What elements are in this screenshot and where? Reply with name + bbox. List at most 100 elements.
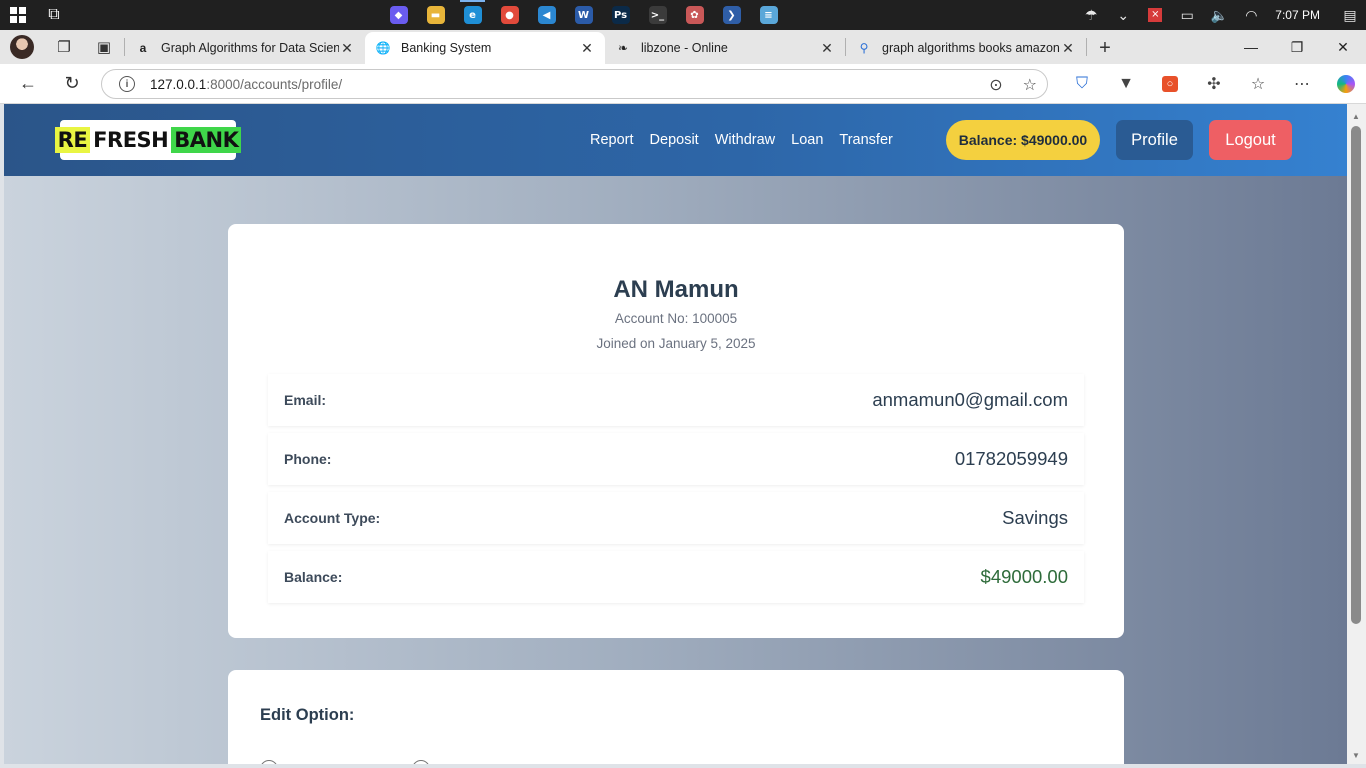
terminal-app[interactable]: >_ bbox=[639, 0, 676, 30]
shield-extension-icon[interactable]: ⛉ bbox=[1060, 64, 1104, 104]
minimize-icon[interactable]: — bbox=[1228, 30, 1274, 64]
account-type-value: Savings bbox=[1002, 507, 1068, 528]
close-icon[interactable]: ✕ bbox=[819, 40, 835, 57]
info-label: Balance: bbox=[284, 569, 343, 585]
logo-part-re: RE bbox=[54, 127, 91, 153]
photoshop-app[interactable]: Ps bbox=[602, 0, 639, 30]
nav-transfer[interactable]: Transfer bbox=[839, 132, 892, 148]
search-icon: ⚲ bbox=[859, 41, 869, 55]
info-row-account-type: Account Type: Savings bbox=[268, 492, 1084, 544]
chevron-up-icon[interactable]: ⌄ bbox=[1107, 0, 1139, 30]
battery-icon[interactable]: ▭ bbox=[1171, 0, 1203, 30]
libzone-favicon-icon: ❧ bbox=[617, 41, 629, 55]
refresh-icon[interactable]: ↻ bbox=[50, 64, 94, 104]
tab-actions-icon[interactable]: ▣ bbox=[84, 30, 124, 64]
scroll-down-icon[interactable]: ▼ bbox=[1352, 751, 1360, 760]
close-icon[interactable]: ✕ bbox=[1060, 40, 1076, 57]
site-info-icon[interactable]: i bbox=[119, 76, 135, 92]
account-number: Account No: 100005 bbox=[614, 311, 738, 326]
browser-profile-button[interactable] bbox=[0, 30, 44, 64]
extensions-puzzle-icon[interactable]: ✣ bbox=[1192, 64, 1236, 104]
tab-title: Banking System bbox=[401, 41, 492, 55]
page-viewport: RE FRESH BANK Report Deposit Withdraw Loan… bbox=[4, 104, 1347, 764]
chrome-app[interactable]: ● bbox=[491, 0, 528, 30]
page-scrollbar[interactable]: ▲ ▼ bbox=[1347, 104, 1366, 764]
extensions-toolbar: ⛉ ▼ ○ ✣ ☆ ⋯ bbox=[1060, 64, 1366, 104]
globe-icon: 🌐 bbox=[375, 41, 391, 55]
balance-badge: Balance: $49000.00 bbox=[946, 120, 1100, 160]
scroll-up-icon[interactable]: ▲ bbox=[1352, 112, 1360, 121]
notifications-icon[interactable]: ▤ bbox=[1334, 0, 1366, 30]
url-host: 127.0.0.1 bbox=[150, 76, 207, 92]
mysql-app[interactable]: ✿ bbox=[676, 0, 713, 30]
bank-logo[interactable]: RE FRESH BANK bbox=[54, 120, 242, 160]
close-icon[interactable]: ✕ bbox=[579, 40, 595, 57]
nav-report[interactable]: Report bbox=[590, 132, 634, 148]
edit-options-card: Edit Option: bbox=[228, 670, 1124, 764]
back-arrow-icon[interactable]: ← bbox=[6, 64, 50, 104]
edit-option-radio[interactable] bbox=[412, 760, 430, 764]
email-value: anmamun0@gmail.com bbox=[872, 389, 1068, 410]
info-label: Email: bbox=[284, 392, 327, 408]
close-window-icon[interactable]: ✕ bbox=[1320, 30, 1366, 64]
clock[interactable]: 7:07 PM bbox=[1267, 8, 1334, 22]
edge-app-icon: e bbox=[463, 6, 482, 24]
file-explorer-app[interactable]: ▬ bbox=[417, 0, 454, 30]
browser-tab-strip: ❐ ▣ a Graph Algorithms for Data Scienc ✕… bbox=[0, 30, 1366, 64]
url-path: :8000/accounts/profile/ bbox=[206, 76, 343, 92]
word-app[interactable]: W bbox=[565, 0, 602, 30]
nav-loan[interactable]: Loan bbox=[791, 132, 823, 148]
tab-search-amazon[interactable]: ⚲ graph algorithms books amazon - ✕ bbox=[846, 32, 1086, 64]
notepad-app-icon: ≡ bbox=[759, 6, 778, 24]
info-row-phone: Phone: 01782059949 bbox=[268, 433, 1084, 485]
logo-part-fresh: FRESH bbox=[93, 128, 169, 152]
workspaces-icon[interactable]: ❐ bbox=[44, 30, 84, 64]
new-tab-button[interactable]: + bbox=[1087, 32, 1123, 64]
wifi-icon[interactable]: ◠ bbox=[1235, 0, 1267, 30]
profile-card: AN Mamun Account No: 100005 Joined on Ja… bbox=[228, 224, 1124, 638]
more-menu-icon[interactable]: ⋯ bbox=[1280, 64, 1324, 104]
reader-mode-icon[interactable]: ⊙ bbox=[989, 75, 1002, 95]
antivirus-icon[interactable]: ⨯ bbox=[1139, 0, 1171, 30]
tab-libzone[interactable]: ❧ libzone - Online ✕ bbox=[605, 32, 845, 64]
logout-button[interactable]: Logout bbox=[1209, 120, 1292, 160]
chrome-app-icon: ● bbox=[500, 6, 519, 24]
logo-part-bank: BANK bbox=[171, 127, 242, 153]
favorites-icon[interactable]: ☆ bbox=[1236, 64, 1280, 104]
powershell-app[interactable]: ❯ bbox=[713, 0, 750, 30]
edge-app[interactable]: e bbox=[454, 0, 491, 30]
balance-value: $49000.00 bbox=[980, 566, 1068, 587]
word-app-icon: W bbox=[574, 6, 593, 24]
dropdown-extension-icon[interactable]: ▼ bbox=[1104, 64, 1148, 104]
edit-options-title: Edit Option: bbox=[260, 706, 355, 724]
tab-title: graph algorithms books amazon - bbox=[882, 41, 1060, 55]
copilot-app[interactable]: ◆ bbox=[380, 0, 417, 30]
close-icon[interactable]: ✕ bbox=[339, 40, 355, 57]
edit-option-radio[interactable] bbox=[260, 760, 278, 764]
task-view-icon[interactable]: ⧉ bbox=[36, 0, 72, 30]
start-button[interactable] bbox=[0, 0, 36, 30]
favorite-star-icon[interactable]: ☆ bbox=[1023, 75, 1037, 95]
nav-deposit[interactable]: Deposit bbox=[650, 132, 699, 148]
site-navbar: RE FRESH BANK Report Deposit Withdraw Loan… bbox=[4, 104, 1347, 176]
weather-icon[interactable]: ☂ bbox=[1075, 0, 1107, 30]
vscode-app[interactable]: ◀ bbox=[528, 0, 565, 30]
scroll-thumb[interactable] bbox=[1351, 126, 1361, 624]
nav-links: Report Deposit Withdraw Loan Transfer bbox=[582, 104, 901, 176]
url-field[interactable]: i 127.0.0.1:8000/accounts/profile/ ⊙ ☆ bbox=[101, 69, 1048, 99]
copilot-icon[interactable] bbox=[1324, 64, 1366, 104]
info-row-email: Email: anmamun0@gmail.com bbox=[268, 374, 1084, 426]
vscode-app-icon: ◀ bbox=[537, 6, 556, 24]
photoshop-app-icon: Ps bbox=[611, 6, 630, 24]
profile-button[interactable]: Profile bbox=[1116, 120, 1193, 160]
volume-icon[interactable]: 🔈 bbox=[1203, 0, 1235, 30]
tab-graph-algorithms[interactable]: a Graph Algorithms for Data Scienc ✕ bbox=[125, 32, 365, 64]
nav-withdraw[interactable]: Withdraw bbox=[715, 132, 775, 148]
restore-icon[interactable]: ❐ bbox=[1274, 30, 1320, 64]
windows-taskbar: ⧉ ◆ ▬ e ● ◀ W Ps >_ ✿ ❯ ≡ ☂ ⌄ ⨯ ▭ 🔈 ◠ 7:07 PM ▤ bbox=[0, 0, 1366, 30]
record-extension-icon[interactable]: ○ bbox=[1148, 64, 1192, 104]
tab-banking-system[interactable]: 🌐 Banking System ✕ bbox=[365, 32, 605, 64]
notepad-app[interactable]: ≡ bbox=[750, 0, 787, 30]
terminal-app-icon: >_ bbox=[648, 6, 667, 24]
powershell-app-icon: ❯ bbox=[722, 6, 741, 24]
